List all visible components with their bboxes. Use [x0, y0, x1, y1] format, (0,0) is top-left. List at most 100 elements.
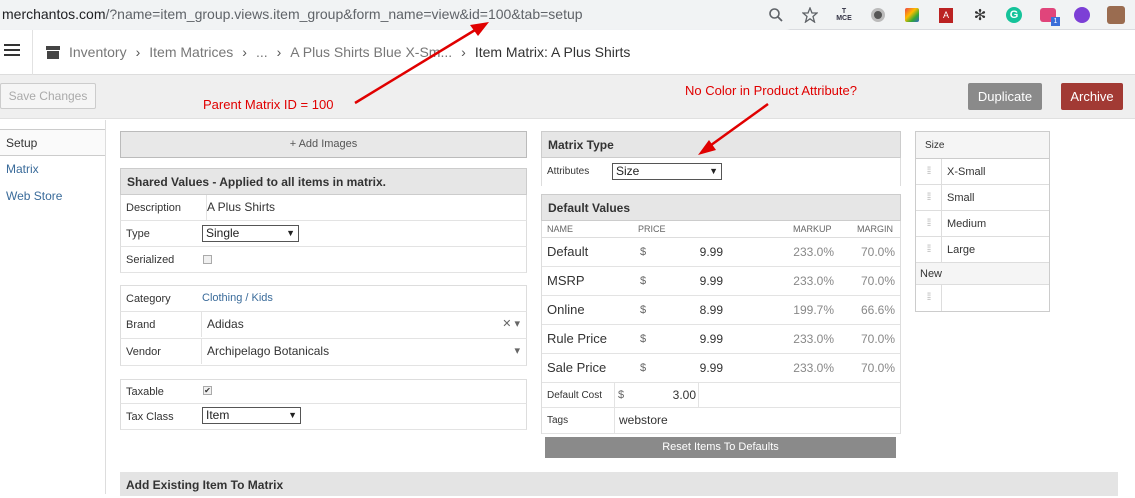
size-header: Size: [916, 132, 1049, 159]
sidebar-item-web-store[interactable]: Web Store: [0, 183, 105, 210]
size-value[interactable]: X-Small: [947, 159, 986, 185]
menu-icon[interactable]: [4, 42, 20, 58]
price-input[interactable]: 9.99: [655, 267, 723, 295]
attributes-row: Attributes Size ▼: [541, 158, 901, 186]
drag-handle-icon[interactable]: ⁞⁞: [916, 285, 942, 311]
tags-input[interactable]: webstore: [614, 408, 900, 433]
description-input[interactable]: A Plus Shirts: [206, 195, 526, 220]
tinymce-extension-icon[interactable]: T MCE: [833, 4, 855, 26]
taxclass-select[interactable]: Item ▼: [202, 407, 301, 424]
markup-value: 233.0%: [793, 332, 834, 346]
price-input[interactable]: 9.99: [655, 238, 723, 266]
list-item: ⁞⁞ Small: [916, 185, 1049, 211]
brand-label: Brand: [126, 319, 156, 331]
table-row: Rule Price $ 9.99 233.0% 70.0%: [542, 325, 900, 354]
default-cost-input[interactable]: 3.00: [614, 383, 699, 407]
bookmark-star-icon[interactable]: [799, 4, 821, 26]
breadcrumb-item-matrices[interactable]: Item Matrices: [149, 44, 233, 60]
breadcrumb-current: Item Matrix: A Plus Shirts: [474, 44, 631, 60]
new-size-input[interactable]: [947, 285, 1047, 309]
category-link[interactable]: Clothing / Kids: [201, 286, 526, 311]
vendor-select[interactable]: Archipelago Botanicals: [201, 339, 526, 364]
row-name: Rule Price: [547, 331, 607, 346]
category-label: Category: [126, 293, 171, 305]
colorful-extension-icon[interactable]: [901, 4, 923, 26]
currency-symbol: $: [640, 246, 647, 258]
currency-symbol: $: [640, 362, 647, 374]
dropdown-arrow-icon[interactable]: ▾: [514, 339, 520, 364]
sidebar-item-setup[interactable]: Setup: [0, 129, 105, 156]
vendor-label: Vendor: [126, 346, 161, 358]
size-value[interactable]: Medium: [947, 211, 986, 237]
type-select[interactable]: Single ▼: [202, 225, 299, 242]
circle-extension-icon[interactable]: [867, 4, 889, 26]
list-item: ⁞⁞ Medium: [916, 211, 1049, 237]
drag-handle-icon[interactable]: ⁞⁞: [916, 237, 942, 263]
snowflake-extension-icon[interactable]: ✻: [969, 4, 991, 26]
default-values-table: NAME PRICE MARKUP MARGIN Default $ 9.99 …: [541, 221, 901, 434]
brand-select[interactable]: Adidas: [201, 312, 526, 337]
row-name: Default: [547, 244, 589, 259]
default-cost-label: Default Cost: [547, 390, 603, 401]
serialized-checkbox[interactable]: [203, 255, 212, 264]
shared-values-title: Shared Values - Applied to all items in …: [120, 168, 527, 195]
currency-symbol: $: [640, 304, 647, 316]
type-select-value: Single: [206, 226, 240, 240]
tax-group: Taxable ✔ Tax Class Item ▼: [120, 379, 527, 430]
drag-handle-icon[interactable]: ⁞⁞: [916, 159, 942, 185]
purple-extension-icon[interactable]: [1071, 4, 1093, 26]
tags-label: Tags: [547, 415, 569, 426]
parent-matrix-annotation: Parent Matrix ID = 100: [203, 97, 334, 112]
price-input[interactable]: 9.99: [655, 325, 723, 353]
taxable-row: Taxable ✔: [120, 380, 527, 404]
serialized-row: Serialized: [120, 247, 527, 273]
badge-extension-icon[interactable]: 1: [1037, 4, 1060, 26]
markup-value: 233.0%: [793, 274, 834, 288]
duplicate-button[interactable]: Duplicate: [968, 83, 1042, 110]
breadcrumb-inventory[interactable]: Inventory: [69, 44, 127, 60]
chevron-right-icon: ›: [135, 44, 141, 60]
pdf-extension-icon[interactable]: A: [935, 4, 957, 26]
size-value[interactable]: Large: [947, 237, 975, 263]
margin-value: 70.0%: [860, 245, 895, 259]
margin-value: 66.6%: [860, 303, 895, 317]
default-cost-row: Default Cost $ 3.00: [542, 383, 900, 408]
tags-row: Tags webstore: [542, 408, 900, 434]
add-images-button[interactable]: + Add Images: [120, 131, 527, 158]
taxclass-row: Tax Class Item ▼: [120, 404, 527, 430]
attributes-select[interactable]: Size ▼: [612, 163, 722, 180]
clear-and-dropdown-icon[interactable]: ✕ ▾: [502, 312, 520, 337]
breadcrumb-parent-item[interactable]: A Plus Shirts Blue X-Sm...: [290, 44, 452, 60]
price-input[interactable]: 9.99: [655, 354, 723, 382]
row-name: Online: [547, 302, 585, 317]
size-value[interactable]: Small: [947, 185, 975, 211]
table-row: Default $ 9.99 233.0% 70.0%: [542, 238, 900, 267]
chevron-right-icon: ›: [276, 44, 282, 60]
save-changes-button[interactable]: Save Changes: [0, 83, 96, 109]
col-margin: MARGIN: [857, 224, 893, 234]
new-size-row: ⁞⁞: [916, 285, 1049, 311]
markup-value: 233.0%: [793, 361, 834, 375]
reset-items-button[interactable]: Reset Items To Defaults: [545, 437, 896, 458]
inventory-box-icon: [46, 45, 60, 59]
zoom-icon[interactable]: [765, 4, 787, 26]
drag-handle-icon[interactable]: ⁞⁞: [916, 185, 942, 211]
drag-handle-icon[interactable]: ⁞⁞: [916, 211, 942, 237]
avatar[interactable]: [1105, 4, 1127, 26]
grammarly-extension-icon[interactable]: G: [1003, 4, 1025, 26]
sidebar-item-matrix[interactable]: Matrix: [0, 156, 105, 183]
default-values-panel: Default Values NAME PRICE MARKUP MARGIN …: [541, 194, 901, 434]
address-field[interactable]: merchantos.com/?name=item_group.views.it…: [0, 0, 800, 30]
description-label: Description: [126, 202, 182, 214]
breadcrumb-ellipsis[interactable]: ...: [256, 44, 268, 60]
markup-value: 233.0%: [793, 245, 834, 259]
col-markup: MARKUP: [793, 224, 832, 234]
currency-symbol: $: [640, 275, 647, 287]
attributes-select-value: Size: [616, 164, 640, 178]
browser-extension-icons: T MCE A ✻ G 1: [753, 0, 1135, 30]
price-input[interactable]: 8.99: [655, 296, 723, 324]
archive-button[interactable]: Archive: [1061, 83, 1123, 110]
taxable-checkbox[interactable]: ✔: [203, 386, 212, 395]
